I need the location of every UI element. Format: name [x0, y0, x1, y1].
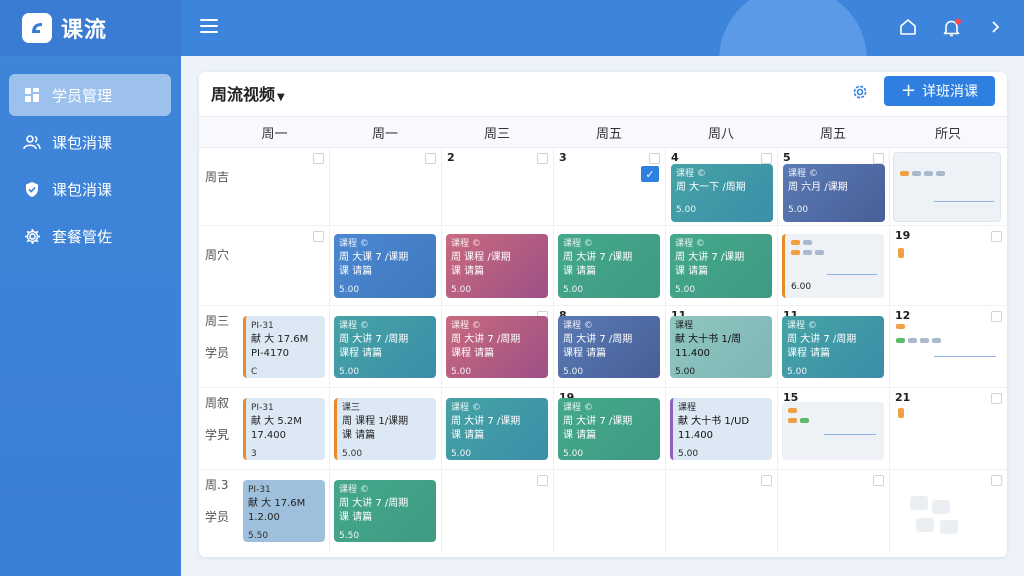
column-header: 周八 [707, 126, 734, 142]
column-header: 周五 [819, 126, 846, 142]
checkbox[interactable] [873, 153, 884, 164]
class-event[interactable]: 课程 © 周 大讲 7 /周期 课程 请篇 5.00 [334, 316, 436, 378]
checkbox[interactable] [761, 475, 772, 486]
view-title: 周流视频 [211, 85, 276, 104]
caret-down-icon: ▼ [277, 92, 285, 103]
day-number: 21 [895, 391, 911, 404]
day-number: 3 [559, 151, 567, 164]
class-event[interactable]: 课程 © 周 大讲 7 /课期课 请篇 5.00 [446, 398, 548, 460]
checkbox[interactable] [313, 153, 324, 164]
class-event[interactable]: 课程献 大十书 1/周 11.400 5.00 [670, 316, 772, 378]
sidebar-item-label: 套餐管佐 [52, 227, 113, 246]
checkbox[interactable] [313, 231, 324, 242]
sidebar-item-consume[interactable]: 课包消课 [9, 168, 171, 210]
calendar-row: 周.3 学员 PI-31 献 大 17.6M 1.2.00 5.50 课程 © 周 大讲… [199, 470, 1007, 552]
mini-event[interactable] [782, 402, 884, 460]
checkbox[interactable] [649, 153, 660, 164]
class-event[interactable]: 课程 © 周 课程 /课期课 请篇 5.00 [446, 234, 548, 298]
shield-icon [23, 180, 41, 198]
column-header: 周一 [371, 126, 398, 142]
logo[interactable]: 课流 [0, 0, 181, 56]
calendar-row: 周穴 课程 © 周 大课 7 /课期课 请篇 5.00 课程 © 周 课程 /课期课 … [199, 226, 1007, 306]
sidebar-item-packages[interactable]: 课包消课 [9, 121, 171, 163]
placeholder-graphic [910, 496, 974, 540]
class-event[interactable]: 课三周 课程 1/课期课 请篇 5.00 [334, 398, 436, 460]
day-number: 4 [671, 151, 679, 164]
sidebar-nav: 学员管理 课包消课 课包消课 套餐管佐 [0, 56, 181, 257]
column-header: 周五 [595, 126, 622, 142]
checkbox[interactable] [991, 231, 1002, 242]
checkbox[interactable] [873, 475, 884, 486]
column-header: 所只 [934, 126, 961, 142]
calendar-grid: 周一 周一 周三 周五 周八 周五 所只 周吉 2 3 ✓ 4 课程 © 周 大一下… [199, 116, 1007, 552]
checkbox[interactable] [991, 311, 1002, 322]
add-class-label: 详班消课 [922, 84, 979, 100]
bell-icon[interactable] [942, 18, 962, 38]
class-event[interactable]: 课程 © 周 大讲 7 /周期 课程 请篇 5.00 [782, 316, 884, 378]
settings-gear-icon[interactable] [851, 83, 869, 101]
home-icon[interactable] [899, 18, 919, 38]
card-toolbar: 周流视频 ▼ + 详班消课 [199, 72, 1007, 114]
checkbox[interactable] [537, 475, 548, 486]
marker-icon [898, 408, 904, 418]
plus-icon: + [900, 80, 917, 101]
menu-icon[interactable] [200, 19, 218, 35]
sidebar-item-settings[interactable]: 套餐管佐 [9, 215, 171, 257]
checkbox[interactable] [991, 393, 1002, 404]
calendar-header-row: 周一 周一 周三 周五 周八 周五 所只 [199, 116, 1007, 148]
users-icon [23, 133, 41, 151]
calendar-row: 周三 学员 PI-31 献 大 17.6M PI-4170 C 课程 © 周 大讲 7 … [199, 306, 1007, 388]
sidebar-item-label: 课包消课 [52, 180, 113, 199]
class-event[interactable]: 课程 © 周 大讲 7 /课期课 请篇 5.00 [558, 398, 660, 460]
class-event[interactable]: 课程 © 周 大讲 7 /周期课 请篇 5.50 [334, 480, 436, 542]
checkbox[interactable] [761, 153, 772, 164]
sidebar-item-label: 学员管理 [52, 86, 113, 105]
class-event[interactable]: 课程献 大十书 1/UD 11.400 5.00 [670, 398, 772, 460]
grid-icon [23, 86, 41, 104]
mini-event[interactable]: 6.00 [782, 234, 884, 298]
class-event[interactable]: 课程 © 周 大一下 /周期 5.00 [671, 164, 773, 222]
view-selector[interactable]: 周流视频 ▼ [211, 81, 285, 105]
gear-icon [23, 227, 41, 245]
schedule-card: 周流视频 ▼ + 详班消课 周一 周一 周三 周五 周八 周五 所只 周吉 2 3… [199, 72, 1007, 557]
day-number: 19 [895, 229, 911, 242]
checkbox[interactable] [991, 475, 1002, 486]
class-event[interactable]: 课程 © 周 大课 7 /课期课 请篇 5.00 [334, 234, 436, 298]
sidebar-item-label: 课包消课 [52, 133, 113, 152]
class-event[interactable]: 课程 © 周 大讲 7 /课期课 请篇 5.00 [558, 234, 660, 298]
marker-icon [898, 248, 904, 258]
student-card[interactable]: PI-31 献 大 17.6M 1.2.00 5.50 [243, 480, 325, 542]
class-event[interactable]: 课程 © 周 大讲 7 /周期 课程 请篇 5.00 [446, 316, 548, 378]
column-header: 周一 [261, 126, 288, 142]
sidebar: 课流 学员管理 课包消课 课包消课 套餐管佐 [0, 0, 181, 576]
checkbox[interactable] [425, 153, 436, 164]
topbar [181, 0, 1024, 56]
chevron-right-icon[interactable] [986, 18, 1006, 38]
calendar-row: 周叙 学旯 PI-31 献 大 5.2M 17.400 3 课三周 课程 1/课期课 … [199, 388, 1007, 470]
mini-summary[interactable] [893, 152, 1001, 222]
sidebar-item-students[interactable]: 学员管理 [9, 74, 171, 116]
checkbox[interactable] [537, 153, 548, 164]
class-event[interactable]: 课程 © 周 六月 /课期 5.00 [783, 164, 885, 222]
checked-checkbox[interactable]: ✓ [641, 166, 659, 182]
app-name: 课流 [61, 18, 108, 43]
logo-icon [22, 13, 52, 43]
class-event[interactable]: 课程 © 周 大讲 7 /课期课 请篇 5.00 [670, 234, 772, 298]
calendar-row: 周吉 2 3 ✓ 4 课程 © 周 大一下 /周期 5.00 5 课程 © 周 六月 /… [199, 148, 1007, 226]
day-number: 5 [783, 151, 791, 164]
column-header: 周三 [483, 126, 510, 142]
student-card[interactable]: PI-31 献 大 17.6M PI-4170 C [243, 316, 325, 378]
day-number: 12 [895, 309, 911, 322]
day-number: 2 [447, 151, 455, 164]
add-class-button[interactable]: + 详班消课 [884, 76, 995, 106]
student-card[interactable]: PI-31 献 大 5.2M 17.400 3 [243, 398, 325, 460]
class-event[interactable]: 课程 © 周 大讲 7 /周期 课程 请篇 5.00 [558, 316, 660, 378]
decorative-circle [719, 0, 867, 56]
